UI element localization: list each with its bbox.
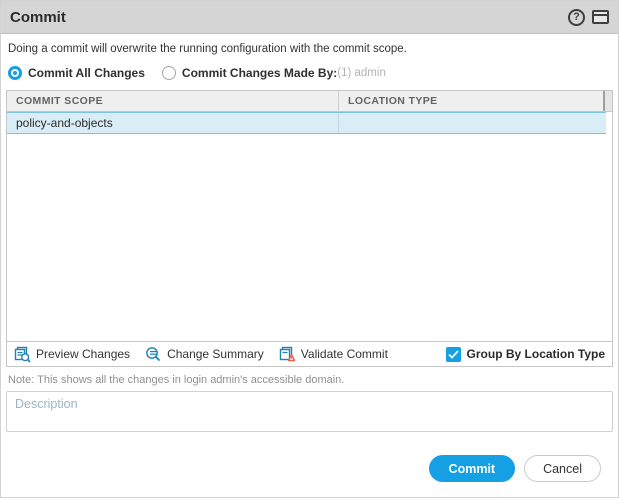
cancel-button[interactable]: Cancel [524,455,601,482]
radio-unselected-icon [162,66,176,80]
scrollbar-spacer [603,91,612,111]
description-input[interactable] [6,391,613,432]
cell-commit-scope: policy-and-objects [7,113,339,133]
table-body: policy-and-objects [7,112,612,341]
note-text: Note: This shows all the changes in logi… [8,374,611,386]
preview-changes-label: Preview Changes [36,347,130,361]
commit-scope-table: COMMIT SCOPE LOCATION TYPE policy-and-ob… [6,90,613,342]
change-summary-icon [145,346,162,363]
page-title: Commit [10,9,66,26]
commit-button[interactable]: Commit [429,455,516,482]
radio-selected-icon [8,66,22,80]
radio-commit-changes-made-by[interactable]: Commit Changes Made By:(1) admin [162,66,386,80]
column-header-commit-scope[interactable]: COMMIT SCOPE [7,91,339,111]
help-icon[interactable]: ? [568,9,585,26]
cell-location-type [339,113,606,133]
group-by-location-type-label: Group By Location Type [467,347,605,361]
radio-commit-by-label: Commit Changes Made By: [182,66,337,80]
validate-commit-label: Validate Commit [301,347,388,361]
window-icon[interactable] [592,10,609,24]
intro-text: Doing a commit will overwrite the runnin… [8,43,611,55]
radio-commit-all-label: Commit All Changes [28,66,145,80]
change-summary-label: Change Summary [167,347,264,361]
commit-scope-options: Commit All Changes Commit Changes Made B… [8,64,611,82]
table-header: COMMIT SCOPE LOCATION TYPE [7,91,612,112]
footer-buttons: Commit Cancel [429,455,601,482]
preview-changes-button[interactable]: Preview Changes [14,346,130,363]
group-by-location-type-checkbox[interactable]: Group By Location Type [446,347,605,362]
change-summary-button[interactable]: Change Summary [145,346,264,363]
validate-commit-button[interactable]: Validate Commit [279,346,388,363]
validate-commit-icon [279,346,296,363]
radio-commit-all-changes[interactable]: Commit All Changes [8,66,145,80]
table-toolbar: Preview Changes Change Summary [6,342,613,367]
checkbox-checked-icon [446,347,461,362]
table-row[interactable]: policy-and-objects [7,112,606,134]
preview-changes-icon [14,346,31,363]
commit-dialog: Commit ? Doing a commit will overwrite t… [0,0,619,498]
titlebar: Commit ? [1,1,618,34]
commit-by-admin-count: (1) admin [337,67,386,79]
column-header-location-type[interactable]: LOCATION TYPE [339,91,603,111]
